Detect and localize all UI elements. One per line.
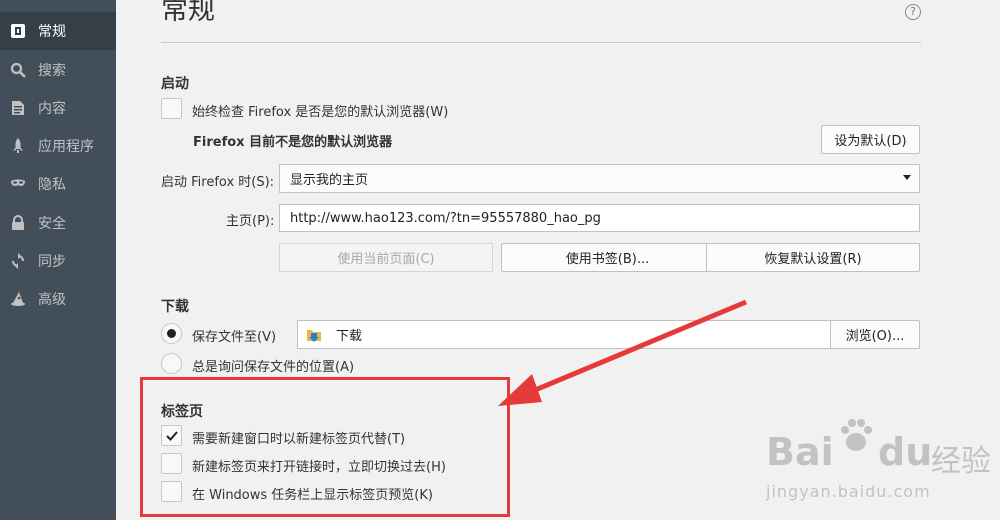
sidebar-item-label: 安全 — [38, 216, 66, 232]
use-current-page-button[interactable]: 使用当前页面(C) — [279, 243, 493, 272]
wizard-hat-icon — [10, 291, 26, 307]
watermark-brand: Bai — [766, 430, 834, 474]
start-firefox-label: 启动 Firefox 时(S): — [161, 175, 275, 190]
sidebar-item-content[interactable]: 内容 — [0, 89, 116, 127]
check-default-browser-label: 始终检查 Firefox 是否是您的默认浏览器(W) — [192, 105, 449, 120]
lock-icon — [10, 215, 26, 231]
dropdown-arrow-icon — [903, 175, 911, 180]
sidebar-item-sync[interactable]: 同步 — [0, 242, 116, 280]
sidebar-item-label: 搜索 — [38, 63, 66, 79]
sidebar-item-label: 高级 — [38, 292, 66, 308]
title-divider — [161, 42, 921, 43]
search-icon — [10, 62, 26, 78]
use-bookmark-button[interactable]: 使用书签(B)... — [501, 243, 714, 272]
paw-icon — [836, 416, 876, 460]
save-to-radio[interactable] — [161, 323, 182, 344]
homepage-label: 主页(P): — [226, 214, 275, 229]
restore-default-button[interactable]: 恢复默认设置(R) — [706, 243, 920, 272]
annotation-highlight-box — [140, 377, 510, 517]
sidebar-item-label: 隐私 — [38, 177, 66, 193]
sidebar-item-label: 同步 — [38, 254, 66, 270]
annotation-arrow-icon — [498, 299, 747, 406]
sidebar: 常规 搜索 内容 应用程序 隐私 安全 同步 高级 — [0, 0, 116, 520]
help-icon[interactable]: ? — [905, 4, 921, 20]
watermark-cn: 经验 — [931, 444, 991, 479]
sidebar-item-security[interactable]: 安全 — [0, 204, 116, 242]
page-title: 常规 — [161, 0, 215, 26]
startup-heading: 启动 — [161, 76, 189, 92]
watermark-brand-2: du — [878, 430, 933, 474]
content-icon — [10, 100, 26, 116]
always-ask-label: 总是询问保存文件的位置(A) — [192, 360, 355, 375]
browse-button[interactable]: 浏览(O)... — [830, 320, 920, 349]
sidebar-item-advanced[interactable]: 高级 — [0, 280, 116, 318]
sidebar-item-label: 应用程序 — [38, 139, 94, 155]
radio-selected-dot — [167, 329, 176, 338]
always-ask-radio[interactable] — [161, 353, 182, 374]
check-default-browser-checkbox[interactable] — [161, 98, 182, 119]
general-icon — [10, 23, 26, 39]
save-to-label: 保存文件至(V) — [192, 330, 277, 345]
sidebar-item-label: 内容 — [38, 101, 66, 117]
startup-select[interactable]: 显示我的主页 — [279, 164, 920, 193]
sidebar-item-general[interactable]: 常规 — [0, 12, 116, 50]
download-folder-value: 下载 — [336, 329, 363, 344]
set-default-button[interactable]: 设为默认(D) — [821, 125, 920, 154]
not-default-browser-text: Firefox 目前不是您的默认浏览器 — [193, 135, 393, 150]
sidebar-item-label: 常规 — [38, 24, 66, 40]
startup-select-value: 显示我的主页 — [290, 173, 369, 188]
rocket-icon — [10, 138, 26, 154]
baidu-watermark: Bai du 经验 jingyan.baidu.com — [766, 410, 996, 510]
preferences-pane: 常规 ? 启动 始终检查 Firefox 是否是您的默认浏览器(W) Firef… — [116, 0, 1000, 520]
homepage-input-value: http://www.hao123.com/?tn=95557880_hao_p… — [290, 210, 601, 226]
sidebar-item-applications[interactable]: 应用程序 — [0, 127, 116, 165]
sidebar-item-privacy[interactable]: 隐私 — [0, 165, 116, 203]
mask-icon — [10, 176, 26, 192]
homepage-input[interactable]: http://www.hao123.com/?tn=95557880_hao_p… — [279, 204, 920, 232]
sidebar-item-search[interactable]: 搜索 — [0, 51, 116, 89]
downloads-heading: 下载 — [161, 299, 189, 315]
watermark-url: jingyan.baidu.com — [766, 482, 931, 501]
sync-icon — [10, 253, 26, 269]
folder-icon — [306, 327, 322, 343]
